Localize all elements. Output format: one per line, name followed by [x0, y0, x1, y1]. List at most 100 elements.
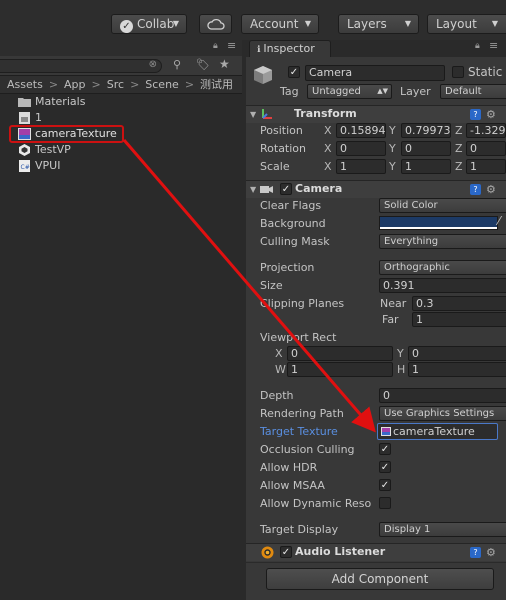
help-icon[interactable]: ? — [470, 547, 481, 558]
axis-x-label: X — [324, 142, 332, 155]
breadcrumb: Assets > App > Src > Scene > 测试用 — [0, 76, 242, 94]
viewport-h-field[interactable]: 1 — [408, 362, 506, 377]
list-item-vpui[interactable]: C# VPUI — [0, 158, 242, 174]
tag-dropdown[interactable]: Untagged ▲▼ — [307, 84, 392, 99]
projection-value: Orthographic — [384, 262, 450, 273]
settings-icon[interactable]: ⚙ — [486, 546, 496, 559]
breadcrumb-separator-icon: > — [91, 78, 101, 91]
list-item-label: cameraTexture — [35, 127, 117, 140]
folder-icon — [18, 98, 31, 107]
audio-listener-header-icons: ? ⚙ — [470, 546, 506, 560]
camera-enabled-checkbox[interactable]: ✓ — [280, 183, 292, 195]
layout-dropdown[interactable]: Layout ▼ — [427, 14, 506, 34]
collab-button[interactable]: ✓ Collab ▼ — [111, 14, 187, 34]
far-field[interactable]: 1 — [412, 312, 506, 327]
active-checkbox[interactable]: ✓ — [288, 66, 300, 78]
chevron-down-icon: ▼ — [172, 19, 179, 28]
layer-dropdown[interactable]: Default — [440, 84, 506, 99]
unity-scene-icon — [19, 144, 30, 156]
settings-icon[interactable]: ⚙ — [486, 108, 496, 121]
lock-icon[interactable]: 🔒︎ — [475, 41, 480, 51]
eyedropper-icon[interactable]: ⁄ — [498, 214, 500, 228]
scale-y-field[interactable]: 1 — [401, 159, 451, 174]
breadcrumb-item-scene[interactable]: Scene — [145, 78, 179, 91]
divider — [246, 562, 506, 563]
scene-file-icon — [19, 112, 30, 124]
size-field[interactable]: 0.391 — [379, 278, 506, 293]
lock-icon[interactable]: 🔒︎ — [213, 41, 218, 51]
occlusion-culling-checkbox[interactable]: ✓ — [379, 443, 391, 455]
filter-type-icon[interactable]: ⚲ — [173, 58, 181, 71]
layer-label: Layer — [400, 85, 431, 98]
target-texture-value: cameraTexture — [393, 425, 475, 438]
audio-listener-header[interactable]: ✓ Audio Listener ? ⚙ — [246, 543, 506, 561]
list-item-materials[interactable]: Materials — [0, 94, 242, 110]
viewport-y-field[interactable]: 0 — [408, 346, 506, 361]
help-icon[interactable]: ? — [470, 109, 481, 120]
layers-dropdown[interactable]: Layers ▼ — [338, 14, 419, 34]
projection-label: Projection — [260, 261, 315, 274]
position-y-field[interactable]: 0.79973 — [401, 123, 451, 138]
filter-label-icon[interactable]: 🏷︎ — [196, 58, 210, 71]
panel-menu-icon[interactable]: ≡ — [489, 39, 498, 52]
list-item-cameratexture[interactable]: cameraTexture — [0, 125, 242, 143]
scale-x-field[interactable]: 1 — [336, 159, 386, 174]
tab-inspector[interactable]: ℹ Inspector — [249, 40, 331, 57]
favorite-star-icon[interactable]: ★ — [219, 57, 230, 71]
list-item-1[interactable]: 1 — [0, 110, 242, 126]
position-z-field[interactable]: -1.329 — [466, 123, 506, 138]
account-button[interactable]: Account ▼ — [241, 14, 319, 34]
transform-header[interactable]: ▼ Transform ? ⚙ — [246, 105, 506, 123]
breadcrumb-item-assets[interactable]: Assets — [7, 78, 43, 91]
target-display-label: Target Display — [260, 523, 339, 536]
rotation-y-field[interactable]: 0 — [401, 141, 451, 156]
near-field[interactable]: 0.3 — [412, 296, 506, 311]
camera-icon — [260, 186, 273, 193]
search-input[interactable]: ⊗ — [0, 59, 162, 73]
camera-header-icons: ? ⚙ — [470, 183, 506, 197]
render-texture-icon — [381, 427, 391, 436]
viewport-y-label: Y — [397, 347, 404, 360]
position-x-field[interactable]: 0.15894 — [336, 123, 386, 138]
foldout-arrow-icon[interactable]: ▼ — [250, 110, 256, 119]
target-texture-field[interactable]: cameraTexture — [377, 423, 498, 440]
breadcrumb-item-current[interactable]: 测试用 — [200, 78, 233, 91]
render-texture-icon — [18, 128, 31, 140]
cloud-button[interactable] — [199, 14, 232, 34]
clipping-planes-label: Clipping Planes — [260, 297, 345, 310]
background-label: Background — [260, 217, 326, 230]
breadcrumb-item-src[interactable]: Src — [107, 78, 124, 91]
add-component-button[interactable]: Add Component — [266, 568, 494, 590]
scale-label: Scale — [260, 160, 290, 173]
rotation-z-field[interactable]: 0 — [466, 141, 506, 156]
object-name-field[interactable]: Camera — [305, 65, 445, 81]
static-checkbox[interactable] — [452, 66, 464, 78]
help-icon[interactable]: ? — [470, 184, 481, 195]
target-display-dropdown[interactable]: Display 1 — [379, 522, 506, 537]
audio-listener-enabled-checkbox[interactable]: ✓ — [280, 546, 292, 558]
panel-menu-icon[interactable]: ≡ — [227, 39, 236, 52]
viewport-w-field[interactable]: 1 — [287, 362, 393, 377]
depth-field[interactable]: 0 — [379, 388, 506, 403]
breadcrumb-item-app[interactable]: App — [64, 78, 86, 91]
viewport-rect-label: Viewport Rect — [260, 331, 337, 344]
camera-header[interactable]: ▼ ✓ Camera ? ⚙ — [246, 180, 506, 198]
viewport-x-field[interactable]: 0 — [287, 346, 393, 361]
svg-text:C#: C# — [21, 164, 30, 171]
rendering-path-dropdown[interactable]: Use Graphics Settings — [379, 406, 506, 421]
allow-hdr-checkbox[interactable]: ✓ — [379, 461, 391, 473]
foldout-arrow-icon[interactable]: ▼ — [250, 185, 256, 194]
clear-flags-dropdown[interactable]: Solid Color — [379, 198, 506, 213]
settings-icon[interactable]: ⚙ — [486, 183, 496, 196]
projection-dropdown[interactable]: Orthographic — [379, 260, 506, 275]
rotation-label: Rotation — [260, 142, 307, 155]
allow-msaa-checkbox[interactable]: ✓ — [379, 479, 391, 491]
allow-dynamic-resolution-checkbox[interactable] — [379, 497, 391, 509]
scale-z-field[interactable]: 1 — [466, 159, 506, 174]
list-item-testvp[interactable]: TestVP — [0, 142, 242, 158]
search-clear-icon[interactable]: ⊗ — [149, 59, 157, 70]
background-color-swatch[interactable] — [379, 216, 498, 230]
tag-label: Tag — [280, 85, 299, 98]
culling-mask-dropdown[interactable]: Everything — [379, 234, 506, 249]
rotation-x-field[interactable]: 0 — [336, 141, 386, 156]
